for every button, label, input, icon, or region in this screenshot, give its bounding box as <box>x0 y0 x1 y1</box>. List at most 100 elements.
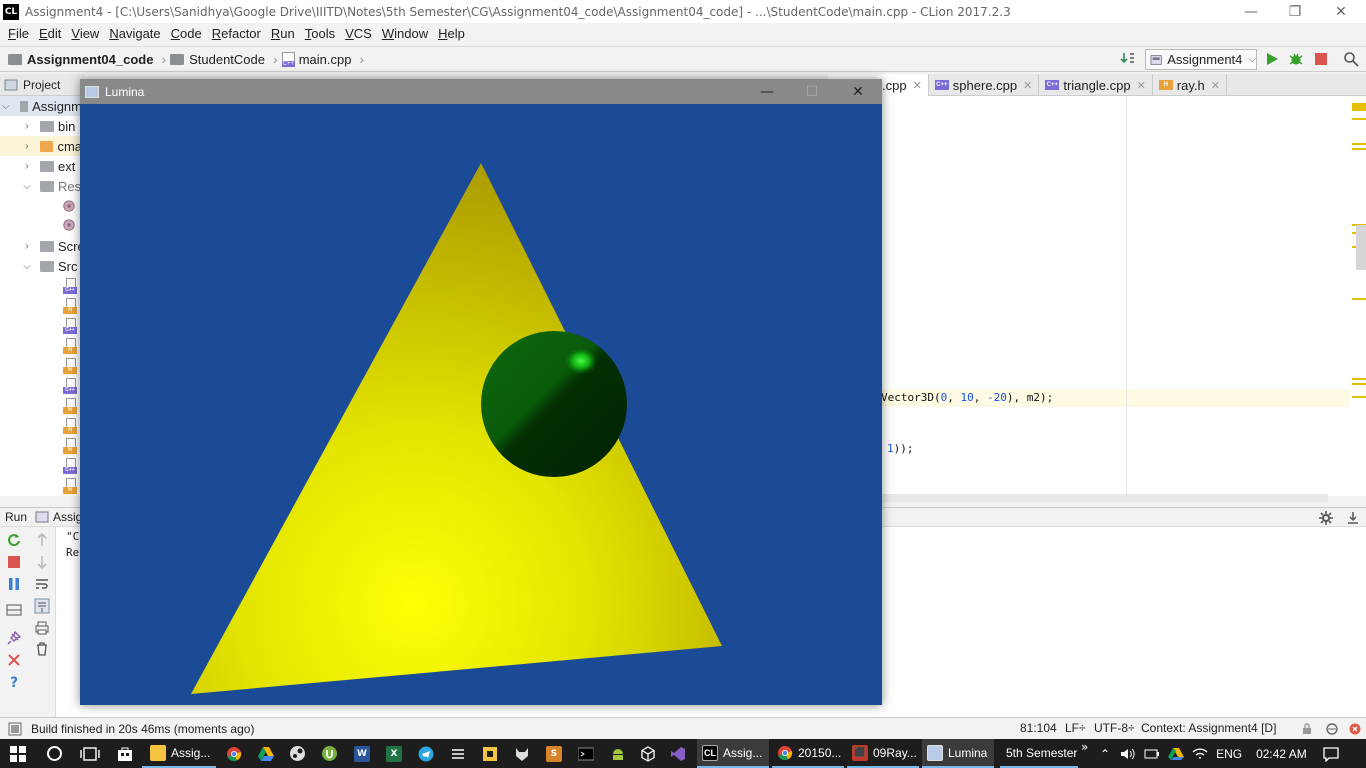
stop-icon[interactable] <box>1313 51 1329 67</box>
inspector-icon[interactable] <box>1325 722 1339 736</box>
pin-icon[interactable] <box>6 630 22 646</box>
build-icon[interactable] <box>1120 51 1136 67</box>
menu-window[interactable]: Window <box>377 26 433 41</box>
cortana-icon[interactable] <box>46 745 63 762</box>
debug-icon[interactable] <box>1288 51 1304 67</box>
menu-vcs[interactable]: VCS <box>340 26 377 41</box>
taskbar-clion[interactable]: CL Assig... <box>697 739 769 768</box>
taskbar-pdf[interactable]: ⬛ 09Ray... <box>847 739 919 768</box>
menu-navigate[interactable]: Navigate <box>104 26 165 41</box>
tree-item-ext[interactable]: › ext <box>0 156 75 176</box>
vertical-scrollbar-thumb[interactable] <box>1356 225 1366 270</box>
close-icon[interactable] <box>6 652 22 668</box>
menu-file[interactable]: File <box>3 26 34 41</box>
breadcrumb-folder[interactable]: StudentCode <box>170 52 265 67</box>
lumina-close-button[interactable]: ✕ <box>835 79 881 104</box>
close-button[interactable]: ✕ <box>1318 0 1364 23</box>
minimize-button[interactable]: — <box>1228 0 1274 23</box>
hide-panel-icon[interactable] <box>1346 511 1360 525</box>
more-windows-icon[interactable]: » <box>1081 740 1088 754</box>
volume-icon[interactable] <box>1120 747 1136 761</box>
taskbar-folder[interactable]: 5th Semester <box>1000 739 1078 768</box>
lumina-titlebar[interactable]: Lumina — ☐ ✕ <box>80 79 882 104</box>
code-editor[interactable] <box>828 96 1366 496</box>
store-icon[interactable] <box>117 746 133 762</box>
run-configuration-select[interactable]: Assignment4 ⌵ <box>1145 49 1257 70</box>
excel-icon[interactable]: X <box>386 746 402 762</box>
project-panel-header[interactable]: Project <box>0 74 85 96</box>
google-drive-icon[interactable] <box>258 746 274 762</box>
soft-wrap-icon[interactable] <box>34 576 50 592</box>
utorrent-icon[interactable] <box>321 745 338 762</box>
close-tab-icon[interactable]: ✕ <box>913 79 922 92</box>
stop-icon[interactable] <box>6 554 22 570</box>
lumina-maximize-button[interactable]: ☐ <box>789 79 835 104</box>
taskbar-explorer[interactable]: Assig... <box>142 739 216 768</box>
sublime-icon[interactable]: S <box>546 746 562 762</box>
header-file-icon[interactable]: H <box>63 338 77 354</box>
tree-item-res[interactable]: ⌵ Res <box>0 176 81 196</box>
warning-marker[interactable] <box>1352 383 1366 385</box>
menu-app-icon[interactable] <box>450 746 466 762</box>
wifi-icon[interactable] <box>1192 747 1208 761</box>
menu-refactor[interactable]: Refactor <box>207 26 266 41</box>
header-file-icon[interactable]: H <box>63 358 77 374</box>
file-encoding[interactable]: UTF-8÷ <box>1094 721 1135 735</box>
tree-item-bin[interactable]: › bin <box>0 116 75 136</box>
header-file-icon[interactable]: H <box>63 478 77 494</box>
model-file-icon[interactable] <box>62 217 76 233</box>
header-file-icon[interactable]: H <box>63 418 77 434</box>
arrow-down-icon[interactable] <box>34 554 50 570</box>
run-icon[interactable] <box>1264 51 1280 67</box>
menu-view[interactable]: View <box>66 26 104 41</box>
tool-windows-icon[interactable] <box>8 722 22 736</box>
menu-edit[interactable]: Edit <box>34 26 66 41</box>
horizontal-scrollbar[interactable] <box>828 494 1328 502</box>
code-line-vector[interactable]: Vector3D(0, 10, -20), m2); <box>881 391 1053 404</box>
warning-marker[interactable] <box>1352 103 1366 111</box>
header-file-icon[interactable]: H <box>63 298 77 314</box>
tab-triangle-cpp[interactable]: C++ triangle.cpp ✕ <box>1039 74 1153 96</box>
cursor-position[interactable]: 81:104 <box>1020 721 1057 735</box>
close-tab-icon[interactable]: ✕ <box>1023 79 1032 92</box>
android-icon[interactable] <box>610 746 626 762</box>
cpp-file-icon[interactable]: C++ <box>63 318 77 334</box>
cpp-file-icon[interactable]: C++ <box>63 278 77 294</box>
warning-marker[interactable] <box>1352 396 1366 398</box>
run-tab-label[interactable]: Run <box>5 510 27 524</box>
close-tab-icon[interactable]: ✕ <box>1211 79 1220 92</box>
notification-icon[interactable] <box>1323 746 1339 762</box>
restore-button[interactable]: ❐ <box>1272 0 1318 23</box>
print-icon[interactable] <box>34 620 50 636</box>
menu-tools[interactable]: Tools <box>300 26 340 41</box>
tree-item-cmake[interactable]: › cma <box>0 136 82 156</box>
gear-icon[interactable] <box>1318 510 1334 526</box>
task-view-icon[interactable] <box>80 746 100 762</box>
lumina-minimize-button[interactable]: — <box>744 79 790 104</box>
word-icon[interactable]: W <box>354 746 370 762</box>
warning-marker[interactable] <box>1352 118 1366 120</box>
taskbar-lumina[interactable]: Lumina <box>922 739 994 768</box>
search-icon[interactable] <box>1343 51 1359 67</box>
tree-item-screenshots[interactable]: › Scre <box>0 236 84 256</box>
header-file-icon[interactable]: H <box>63 398 77 414</box>
tab-ray-h[interactable]: H ray.h ✕ <box>1153 74 1227 96</box>
warning-marker[interactable] <box>1352 148 1366 150</box>
scroll-to-end-icon[interactable] <box>34 598 50 614</box>
chrome-icon[interactable] <box>226 746 242 762</box>
taskbar-chrome[interactable]: 20150... <box>772 739 844 768</box>
warning-marker[interactable] <box>1352 298 1366 300</box>
model-file-icon[interactable] <box>62 198 76 214</box>
steam-icon[interactable] <box>289 745 306 762</box>
context-indicator[interactable]: Context: Assignment4 [D] <box>1141 721 1276 735</box>
tab-sphere-cpp[interactable]: C++ sphere.cpp ✕ <box>929 74 1040 96</box>
puzzle-icon[interactable] <box>482 746 498 762</box>
cpp-file-icon[interactable]: C++ <box>63 378 77 394</box>
breadcrumb-file[interactable]: main.cpp <box>281 52 351 67</box>
line-separator[interactable]: LF÷ <box>1065 721 1086 735</box>
warning-marker[interactable] <box>1352 143 1366 145</box>
google-drive-tray-icon[interactable] <box>1168 747 1185 761</box>
lock-icon[interactable] <box>1301 723 1313 735</box>
menu-code[interactable]: Code <box>166 26 207 41</box>
layout-icon[interactable] <box>6 602 22 618</box>
